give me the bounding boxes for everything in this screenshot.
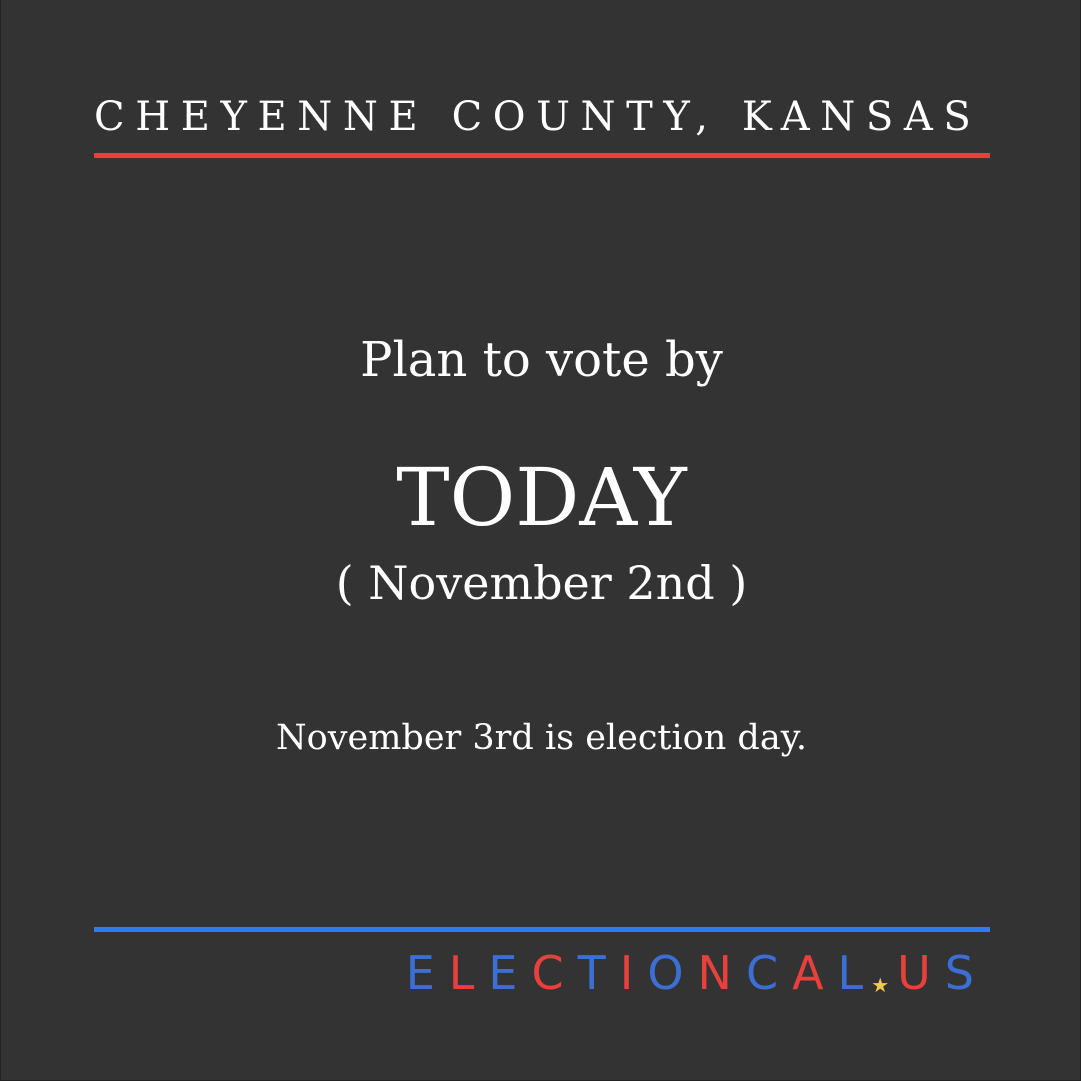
- brand-letter: C: [531, 946, 578, 1000]
- election-day-note: November 3rd is election day.: [276, 718, 807, 758]
- deadline-date: ( November 2nd ): [335, 556, 748, 610]
- brand-letter: T: [577, 946, 620, 1000]
- brand-letter: U: [897, 946, 945, 1000]
- brand-letter: S: [944, 946, 988, 1000]
- brand-name: ELECTIONCAL: [406, 946, 877, 1000]
- deadline-text: TODAY: [396, 451, 687, 544]
- brand-letter: I: [619, 946, 648, 1000]
- bottom-blue-divider: [94, 927, 990, 932]
- brand-letter: A: [792, 946, 838, 1000]
- brand-letter: N: [697, 946, 746, 1000]
- brand-logo: ELECTIONCAL ★ US: [406, 946, 988, 1000]
- election-reminder-card: CHEYENNE COUNTY, KANSAS Plan to vote by …: [0, 0, 1081, 1081]
- brand-letter: E: [488, 946, 532, 1000]
- brand-letter: C: [745, 946, 793, 1000]
- brand-letter: O: [647, 946, 698, 1000]
- top-red-divider: [94, 153, 990, 158]
- star-icon: ★: [871, 973, 890, 997]
- brand-letter: L: [448, 946, 489, 1000]
- intro-text: Plan to vote by: [360, 332, 723, 388]
- brand-letter: E: [405, 946, 449, 1000]
- county-title: CHEYENNE COUNTY, KANSAS: [94, 94, 982, 140]
- brand-tld: US: [897, 946, 988, 1000]
